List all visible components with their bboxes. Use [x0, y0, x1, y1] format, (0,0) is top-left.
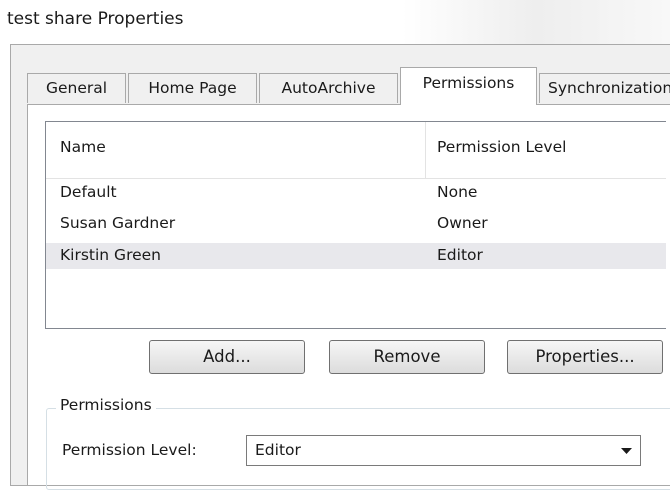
list-row-default[interactable]: Default None: [46, 180, 666, 206]
tab-synchronization[interactable]: Synchronization: [539, 73, 670, 103]
row-name: Default: [60, 183, 117, 201]
row-name: Susan Gardner: [60, 214, 176, 232]
remove-button[interactable]: Remove: [329, 340, 485, 374]
tab-permissions[interactable]: Permissions: [400, 67, 537, 105]
row-permission-level: Owner: [437, 214, 488, 232]
chevron-down-icon: [621, 448, 632, 454]
list-header: [46, 122, 666, 179]
permission-level-dropdown[interactable]: Editor: [246, 435, 641, 466]
add-button[interactable]: Add...: [149, 340, 305, 374]
column-header-permission-level[interactable]: Permission Level: [437, 138, 566, 156]
column-header-name[interactable]: Name: [60, 138, 106, 156]
permissions-group-legend: Permissions: [56, 396, 156, 414]
properties-button[interactable]: Properties...: [507, 340, 663, 374]
row-permission-level: Editor: [437, 246, 483, 264]
title-bar: test share Properties: [0, 0, 670, 44]
permission-level-value: Editor: [255, 441, 301, 459]
permission-level-label: Permission Level:: [62, 441, 197, 459]
window-title: test share Properties: [7, 9, 184, 29]
list-row-kirstin-green[interactable]: Kirstin Green Editor: [46, 243, 666, 269]
row-permission-level: None: [437, 183, 478, 201]
tab-general[interactable]: General: [27, 73, 126, 103]
tab-autoarchive[interactable]: AutoArchive: [259, 73, 398, 103]
tab-home-page[interactable]: Home Page: [128, 73, 257, 103]
list-row-susan-gardner[interactable]: Susan Gardner Owner: [46, 211, 666, 237]
row-name: Kirstin Green: [60, 246, 161, 264]
column-separator[interactable]: [425, 122, 426, 178]
